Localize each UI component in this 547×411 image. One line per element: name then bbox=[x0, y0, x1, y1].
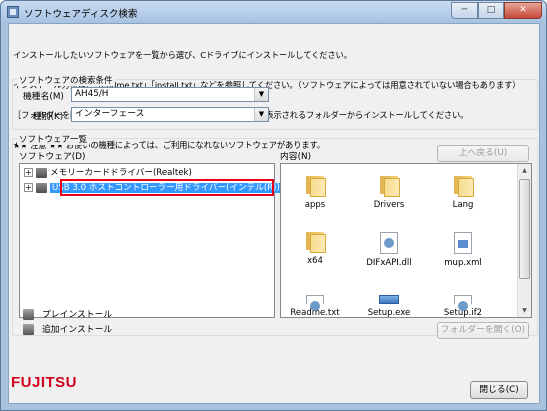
file-icon bbox=[454, 295, 472, 311]
legend-additional-label: 追加インストール bbox=[42, 325, 113, 335]
fujitsu-logo: FUJITSU bbox=[11, 374, 78, 391]
window-title: ソフトウェアディスク検索 bbox=[24, 9, 138, 20]
file-item[interactable]: Setup.exe bbox=[359, 295, 419, 318]
contents-view[interactable]: apps Drivers Lang x64 DIFxAPI.dll mup.xm… bbox=[280, 163, 532, 318]
app-icon bbox=[7, 6, 19, 18]
folder-icon bbox=[452, 176, 474, 197]
chevron-down-icon[interactable]: ▼ bbox=[254, 108, 268, 121]
software-tree-label: ソフトウェア(D) bbox=[19, 152, 86, 162]
legend-preinstall: プレインストール bbox=[23, 307, 112, 320]
type-select[interactable]: インターフェース ▼ bbox=[71, 107, 269, 122]
search-conditions-label: ソフトウェアの検索条件 bbox=[17, 74, 115, 86]
file-name: Lang bbox=[452, 200, 474, 210]
contents-scrollbar[interactable]: ▲ ▼ bbox=[517, 164, 531, 317]
contents-label: 内容(N) bbox=[280, 152, 312, 162]
file-name: mup.xml bbox=[444, 258, 482, 268]
scroll-down-icon[interactable]: ▼ bbox=[518, 304, 531, 317]
folder-icon bbox=[378, 176, 400, 197]
file-name: apps bbox=[304, 200, 326, 210]
file-item[interactable]: Readme.txt bbox=[285, 295, 345, 317]
file-item[interactable]: DIFxAPI.dll bbox=[359, 232, 419, 268]
software-list-label: ソフトウェア一覧 bbox=[17, 133, 90, 145]
preinstall-icon bbox=[36, 167, 47, 178]
tree-item-memory-card-driver[interactable]: + メモリーカードドライバー(Realtek) bbox=[24, 166, 192, 178]
folder-icon bbox=[304, 176, 326, 197]
scroll-up-icon[interactable]: ▲ bbox=[518, 164, 531, 177]
text-file-icon bbox=[306, 295, 324, 311]
legend-additional: 追加インストール bbox=[23, 322, 112, 335]
up-button[interactable]: 上へ戻る(U) bbox=[437, 145, 529, 162]
title-bar[interactable]: ソフトウェアディスク検索 ─ □ ✕ bbox=[1, 1, 546, 23]
model-value: AH45/H bbox=[75, 89, 109, 99]
model-select[interactable]: AH45/H ▼ bbox=[71, 87, 269, 102]
preinstall-icon bbox=[36, 182, 47, 193]
open-folder-button[interactable]: フォルダーを開く(O) bbox=[437, 322, 529, 339]
file-item[interactable]: Setup.if2 bbox=[433, 295, 493, 317]
expand-icon[interactable]: + bbox=[24, 168, 33, 177]
client-area: インストールしたいソフトウェアを一覧から選び、Cドライブにインストールしてくださ… bbox=[8, 23, 540, 404]
setup-exe-icon bbox=[379, 295, 399, 304]
file-item[interactable]: apps bbox=[285, 176, 345, 210]
file-name: x64 bbox=[307, 256, 323, 266]
file-name: Drivers bbox=[373, 200, 405, 210]
type-value: インターフェース bbox=[75, 109, 145, 119]
selection-highlight bbox=[60, 179, 274, 196]
file-item[interactable]: Drivers bbox=[359, 176, 419, 210]
chevron-down-icon[interactable]: ▼ bbox=[254, 88, 268, 101]
close-window-button[interactable]: ✕ bbox=[504, 2, 542, 19]
model-label: 機種名(M) bbox=[23, 92, 64, 102]
expand-icon[interactable]: + bbox=[24, 183, 33, 192]
preinstall-icon bbox=[23, 309, 34, 320]
type-label: 種別(K) bbox=[33, 112, 64, 122]
maximize-button[interactable]: □ bbox=[478, 2, 504, 19]
dll-file-icon bbox=[380, 232, 398, 254]
minimize-button[interactable]: ─ bbox=[451, 2, 478, 19]
folder-icon bbox=[304, 232, 326, 253]
search-conditions-group: ソフトウェアの検索条件 機種名(M) AH45/H ▼ 種別(K) インターフェ… bbox=[12, 74, 538, 130]
software-tree[interactable]: + メモリーカードドライバー(Realtek) + USB 3.0 ホストコントロー… bbox=[19, 163, 282, 318]
additional-install-icon bbox=[23, 324, 34, 335]
scrollbar-thumb[interactable] bbox=[519, 179, 530, 279]
tree-item-label: メモリーカードドライバー(Realtek) bbox=[50, 168, 192, 178]
file-item[interactable]: Lang bbox=[433, 176, 493, 210]
xml-file-icon bbox=[454, 232, 472, 254]
app-window: ソフトウェアディスク検索 ─ □ ✕ インストールしたいソフトウェアを一覧から選… bbox=[0, 0, 547, 411]
file-item[interactable]: x64 bbox=[285, 232, 345, 266]
file-item[interactable]: mup.xml bbox=[433, 232, 493, 268]
file-name: DIFxAPI.dll bbox=[366, 258, 412, 268]
close-button[interactable]: 閉じる(C) bbox=[470, 381, 528, 399]
file-name: Setup.exe bbox=[367, 308, 411, 318]
instruction-line: インストールしたいソフトウェアを一覧から選び、Cドライブにインストールしてくださ… bbox=[13, 50, 352, 60]
legend-preinstall-label: プレインストール bbox=[42, 310, 113, 320]
